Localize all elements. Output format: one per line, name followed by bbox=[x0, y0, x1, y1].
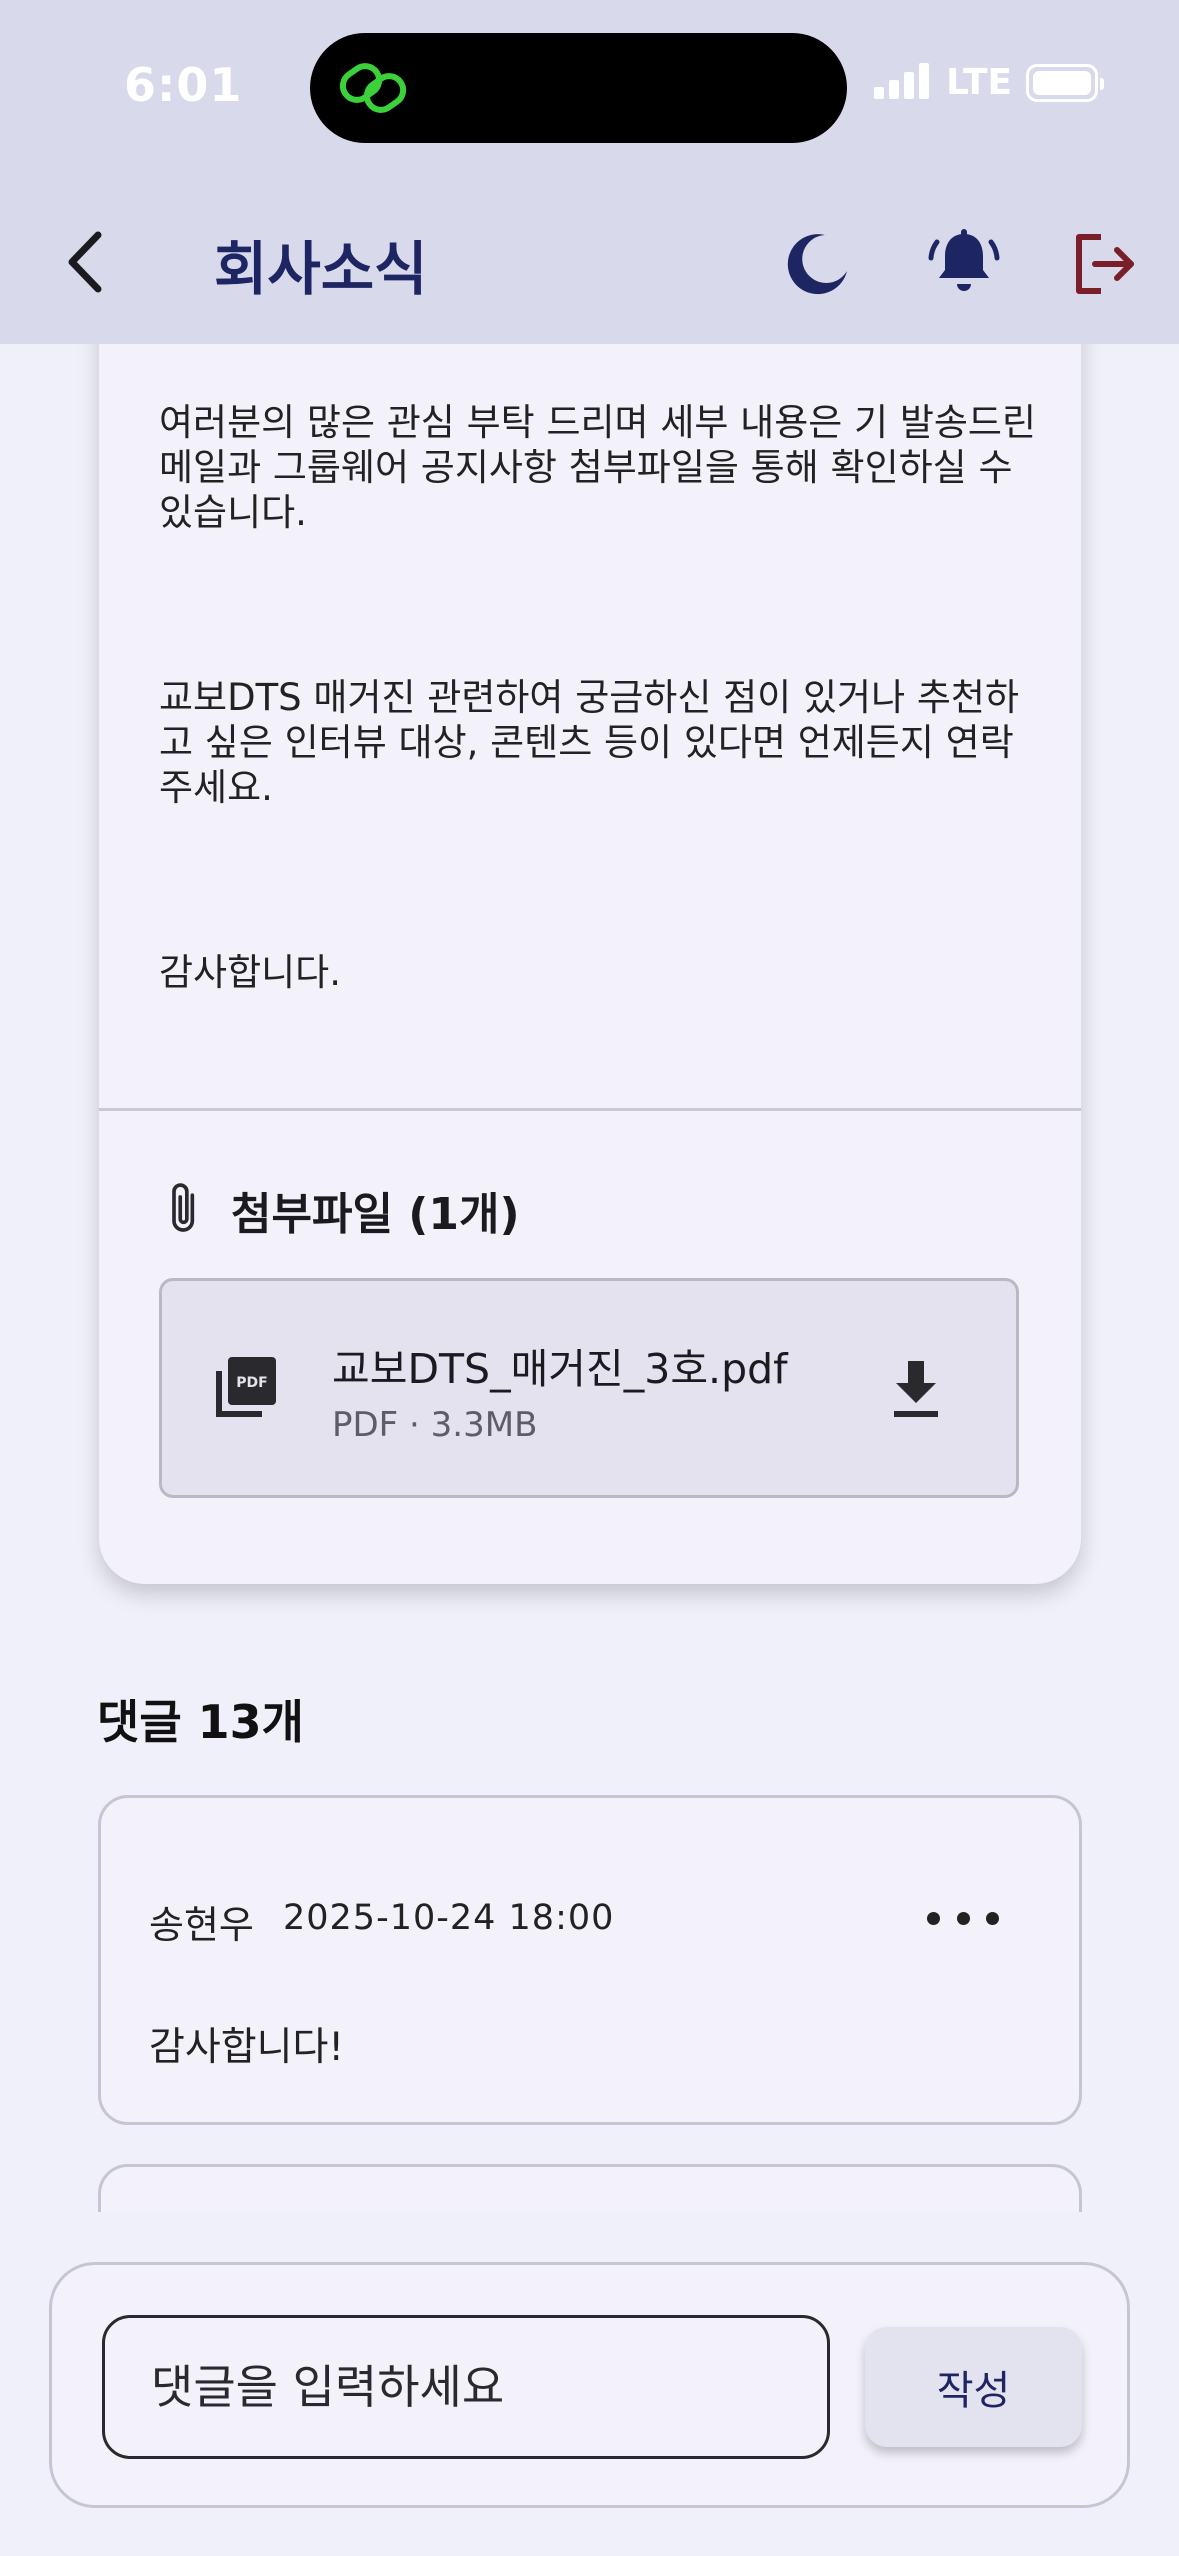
comment-input[interactable] bbox=[102, 2315, 830, 2459]
comment-author: 송현우 bbox=[149, 1903, 254, 1947]
file-meta: PDF · 3.3MB bbox=[332, 1405, 538, 1445]
post-body: 여러분의 많은 관심 부탁 드리며 세부 내용은 기 발송드린 메일과 그룹웨어… bbox=[159, 400, 1039, 995]
divider bbox=[99, 1108, 1081, 1111]
logout-icon[interactable] bbox=[1064, 222, 1148, 306]
post-paragraph: 교보DTS 매거진 관련하여 궁금하신 점이 있거나 추천하고 싶은 인터뷰 대… bbox=[159, 676, 1019, 809]
bell-icon[interactable] bbox=[922, 222, 1006, 306]
file-name: 교보DTS_매거진_3호.pdf bbox=[332, 1345, 788, 1393]
comment-text: 감사합니다! bbox=[149, 2025, 345, 2070]
network-label: LTE bbox=[946, 62, 1013, 103]
app-header: 6:01 LTE 회사소식 bbox=[0, 0, 1179, 344]
paperclip-icon bbox=[163, 1180, 207, 1240]
post-paragraph: 여러분의 많은 관심 부탁 드리며 세부 내용은 기 발송드린 메일과 그룹웨어… bbox=[159, 401, 1037, 534]
more-icon[interactable] bbox=[927, 1898, 999, 1938]
dynamic-island bbox=[310, 33, 847, 143]
attachments-header: 첨부파일 (1개) bbox=[163, 1178, 520, 1242]
page: 여러분의 많은 관심 부탁 드리며 세부 내용은 기 발송드린 메일과 그룹웨어… bbox=[0, 0, 1179, 2556]
moon-icon[interactable] bbox=[776, 222, 860, 306]
download-icon[interactable] bbox=[886, 1357, 946, 1421]
signal-icon bbox=[874, 62, 932, 103]
submit-comment-button[interactable]: 작성 bbox=[865, 2327, 1082, 2447]
back-icon[interactable] bbox=[52, 222, 116, 302]
status-time: 6:01 bbox=[124, 58, 243, 112]
comment-date: 2025-10-24 18:00 bbox=[283, 1898, 615, 1938]
pdf-icon: PDF bbox=[214, 1355, 278, 1423]
attachment-file[interactable]: PDF 교보DTS_매거진_3호.pdf PDF · 3.3MB bbox=[159, 1278, 1019, 1498]
svg-text:PDF: PDF bbox=[236, 1375, 267, 1391]
page-title: 회사소식 bbox=[214, 235, 428, 303]
status-indicators: LTE bbox=[874, 62, 1105, 103]
comment-item: 송현우 2025-10-24 18:00 감사합니다! bbox=[98, 1795, 1082, 2125]
comment-composer: 작성 bbox=[49, 2262, 1130, 2508]
post-paragraph: 감사합니다. bbox=[159, 951, 341, 994]
attachments-title: 첨부파일 (1개) bbox=[231, 1189, 520, 1240]
battery-icon bbox=[1026, 63, 1105, 102]
post-card: 여러분의 많은 관심 부탁 드리며 세부 내용은 기 발송드린 메일과 그룹웨어… bbox=[99, 220, 1081, 1584]
comments-title: 댓글 13개 bbox=[97, 1695, 304, 1749]
